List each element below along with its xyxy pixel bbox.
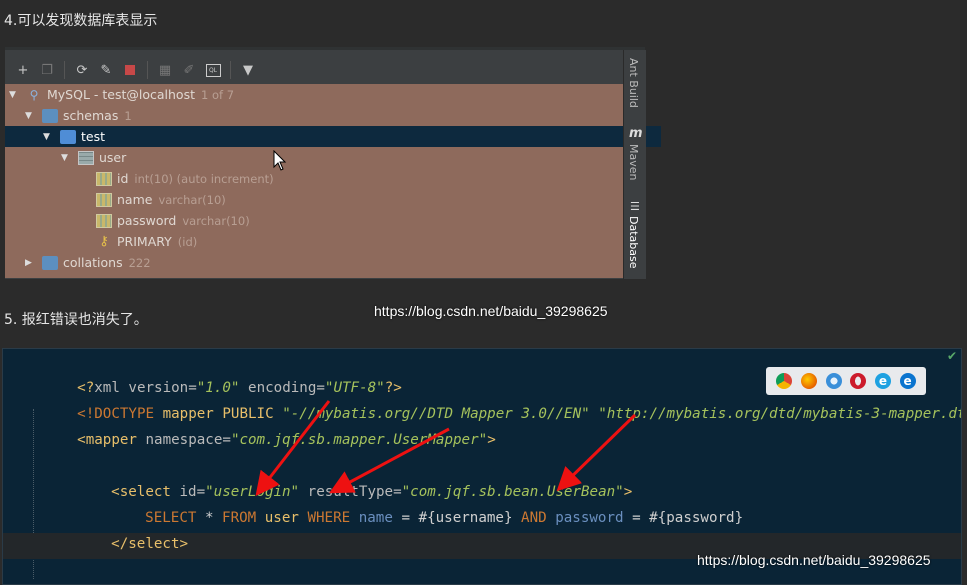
column-type: int(10) (auto increment)	[134, 171, 274, 186]
key-icon: ⚷	[99, 233, 109, 249]
add-icon[interactable]: +	[13, 60, 33, 80]
tool-window-strip: Ant Build m Maven ☰ Database	[623, 50, 646, 279]
column-name: name	[117, 192, 153, 207]
duplicate-icon[interactable]: ❐	[37, 60, 57, 80]
toolbar-divider	[64, 61, 65, 79]
folder-icon	[42, 255, 58, 270]
table-icon	[78, 150, 94, 165]
annotation-arrows	[255, 400, 637, 497]
collations-label: collations	[63, 255, 123, 270]
watermark: https://blog.csdn.net/baidu_39298625	[374, 303, 608, 319]
collations-count: 222	[128, 255, 151, 270]
column-name: password	[117, 213, 177, 228]
edit-properties-icon[interactable]: ✎	[96, 60, 116, 80]
schemas-label: schemas	[63, 108, 119, 123]
column-type: varchar(10)	[182, 213, 250, 228]
filter-icon[interactable]: ▼	[238, 60, 258, 80]
connection-label: MySQL - test@localhost	[47, 87, 195, 102]
collapse-arrow-icon[interactable]: ▶	[25, 258, 37, 268]
tree-row-table-user[interactable]: ▼ user	[5, 147, 679, 168]
refresh-icon[interactable]: ⟳	[72, 60, 92, 80]
tree-row-schema-test[interactable]: ▼ test	[5, 126, 661, 147]
sql-console-icon[interactable]: QL	[203, 60, 223, 80]
red-arrow-2	[329, 427, 450, 494]
database-tree: ▼ ⚲ MySQL - test@localhost 1 of 7 ▼ sche…	[5, 84, 661, 278]
tab-maven[interactable]: Maven	[627, 144, 640, 180]
red-arrow-1	[255, 400, 331, 497]
primary-meta: (id)	[177, 234, 198, 249]
expand-arrow-icon[interactable]: ▼	[61, 153, 73, 163]
stop-icon[interactable]	[120, 60, 140, 80]
tree-row-primary-key[interactable]: ⚷ PRIMARY (id)	[5, 231, 709, 252]
step-4-caption: 4.可以发现数据库表显示	[4, 13, 158, 29]
database-icon: ☰	[630, 200, 640, 213]
toolbar-divider	[147, 61, 148, 79]
tree-row-collations[interactable]: ▶ collations 222	[5, 252, 643, 273]
table-view-icon[interactable]: ▦	[155, 60, 175, 80]
watermark: https://blog.csdn.net/baidu_39298625	[697, 552, 931, 568]
schemas-count: 1	[124, 108, 132, 123]
red-arrow-3	[556, 413, 637, 492]
schema-icon	[60, 129, 76, 144]
code-editor-screenshot: <?xml version="1.0" encoding="UTF-8"?> <…	[2, 348, 962, 585]
mouse-cursor-icon	[273, 150, 287, 171]
column-name: id	[117, 171, 129, 186]
maven-icon: m	[629, 126, 643, 141]
tab-database[interactable]: Database	[627, 216, 640, 269]
connection-meta: 1 of 7	[201, 87, 235, 102]
folder-icon	[42, 108, 58, 123]
database-toolbar: + ❐ ⟳ ✎ ▦ ✐ QL ▼	[5, 56, 623, 84]
column-icon	[96, 213, 112, 228]
column-type: varchar(10)	[158, 192, 226, 207]
tree-row-schemas[interactable]: ▼ schemas 1	[5, 105, 643, 126]
column-key-icon	[96, 171, 112, 186]
database-panel-screenshot: + ❐ ⟳ ✎ ▦ ✐ QL ▼ ▼ ⚲ MySQL - test@localh…	[5, 47, 661, 319]
schema-test-label: test	[81, 129, 106, 144]
toolbar-divider	[230, 61, 231, 79]
tree-row-column-id[interactable]: id int(10) (auto increment)	[5, 168, 709, 189]
edit-icon[interactable]: ✐	[179, 60, 199, 80]
expand-arrow-icon[interactable]: ▼	[25, 111, 37, 121]
expand-arrow-icon[interactable]: ▼	[9, 90, 21, 100]
primary-label: PRIMARY	[117, 234, 172, 249]
mysql-connection-icon: ⚲	[29, 87, 39, 102]
column-icon	[96, 192, 112, 207]
expand-arrow-icon[interactable]: ▼	[43, 132, 55, 142]
tree-row-column-name[interactable]: name varchar(10)	[5, 189, 709, 210]
tab-ant-build[interactable]: Ant Build	[627, 58, 640, 108]
tree-row-connection[interactable]: ▼ ⚲ MySQL - test@localhost 1 of 7	[5, 84, 627, 105]
step-5-caption: 5. 报红错误也消失了。	[4, 312, 148, 328]
tree-row-column-password[interactable]: password varchar(10)	[5, 210, 709, 231]
table-user-label: user	[99, 150, 127, 165]
